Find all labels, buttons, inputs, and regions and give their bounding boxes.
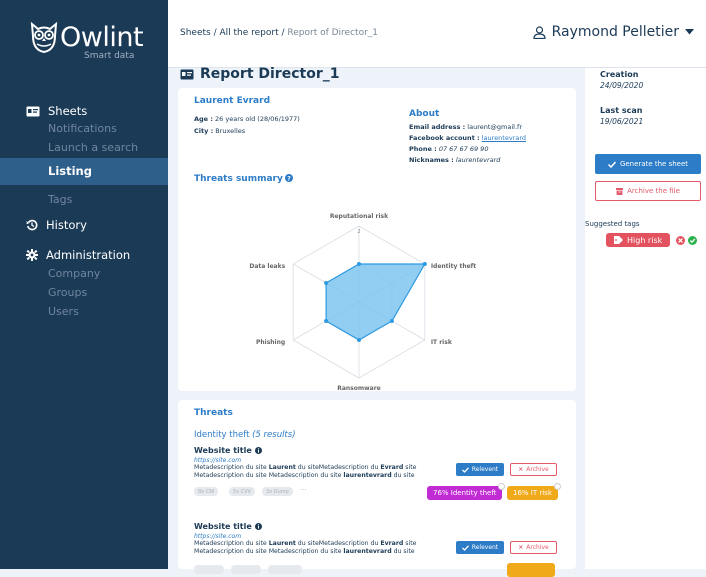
pct-identity-theft[interactable]: 76% Identity theft: [427, 483, 506, 500]
user-icon: [532, 25, 546, 39]
sidebar-item-administration[interactable]: Administration: [26, 248, 130, 262]
radar-axis-label: IT risk: [431, 339, 453, 346]
sidebar-item-history[interactable]: History: [26, 218, 87, 232]
radar-scale-label: 2: [357, 229, 360, 235]
chip-placeholder: [231, 565, 261, 574]
sidebar-item-launch-search[interactable]: Launch a search: [48, 141, 138, 154]
radar-point-5: [324, 281, 329, 285]
radar-point-3: [357, 338, 361, 342]
result-description: Metadescription du site Laurent du siteM…: [194, 464, 417, 479]
caret-down-icon: [685, 29, 694, 35]
sidebar-item-notifications[interactable]: Notifications: [48, 122, 117, 135]
last-scan-date: 19/06/2021: [600, 117, 644, 126]
radar-point-0: [357, 262, 361, 266]
pct-it-risk[interactable]: 16% IT risk: [507, 483, 561, 500]
chip-dump: 3x Dump: [262, 487, 293, 496]
brand-name: Owlint: [60, 22, 144, 53]
tag-high-risk[interactable]: High risk: [606, 233, 671, 247]
result-description: Metadescription du site Laurent du siteM…: [194, 540, 417, 555]
breadcrumb-sheets[interactable]: Sheets: [180, 28, 211, 38]
result-title: Website title: [194, 522, 262, 531]
last-scan-label: Last scan: [600, 106, 643, 115]
info-icon[interactable]: [254, 447, 262, 454]
archive-file-button[interactable]: Archive the file: [595, 181, 701, 201]
chip-placeholder: [194, 565, 224, 574]
radar-area: [325, 263, 426, 341]
chip-cni: 8x CNI: [194, 487, 219, 496]
check-icon: [607, 160, 616, 168]
sidebar-item-groups[interactable]: Groups: [48, 286, 87, 299]
page-title-text: Report Director_1: [200, 66, 340, 82]
radar-point-1: [422, 262, 427, 266]
id-card-icon: [26, 106, 40, 116]
threat-group-heading: Identity theft (5 results): [194, 430, 296, 440]
radar-point-2: [389, 319, 394, 323]
user-name: Raymond Pelletier: [551, 24, 679, 40]
sidebar-item-label: History: [46, 218, 87, 232]
more-chips[interactable]: ···: [300, 486, 307, 494]
threats-heading: Threats: [194, 408, 233, 418]
radar-axis-label: Phishing: [256, 339, 285, 346]
sidebar-item-sheets[interactable]: Sheets: [26, 104, 87, 118]
tag-icon: [614, 236, 623, 244]
sidebar-item-label: Sheets: [48, 104, 88, 118]
sidebar-item-label: Administration: [46, 248, 131, 262]
profile-card: Laurent Evrard Age : 26 years old (28/06…: [178, 88, 576, 391]
history-icon: [26, 219, 38, 231]
sidebar-item-users[interactable]: Users: [48, 305, 79, 318]
creation-label: Creation: [600, 70, 639, 79]
result-url[interactable]: https://site.com: [194, 457, 241, 464]
relevant-button[interactable]: Relevent: [456, 463, 504, 476]
radar-axis-label: Identity theft: [431, 263, 476, 270]
right-panel: Creation 24/09/2020 Last scan 19/06/2021…: [585, 68, 706, 569]
result-url[interactable]: https://site.com: [194, 533, 241, 540]
archive-box-icon: [616, 187, 624, 195]
remove-dot-icon[interactable]: [553, 483, 561, 490]
close-icon: ×: [518, 466, 524, 473]
suggested-tags-label: Suggested tags: [585, 220, 640, 228]
page-title: Report Director_1: [180, 66, 339, 82]
accept-tag-icon[interactable]: [688, 236, 697, 245]
pct-tag[interactable]: [507, 563, 555, 577]
info-icon[interactable]: [254, 523, 262, 530]
radar-axis-label: Reputational risk: [330, 213, 389, 220]
chip-cvv: 5x CVV: [229, 487, 256, 496]
creation-date: 24/09/2020: [600, 81, 644, 90]
sidebar-item-label: Listing: [48, 164, 92, 178]
user-menu[interactable]: Raymond Pelletier: [532, 24, 694, 40]
check-icon: [461, 466, 469, 473]
breadcrumb: Sheets / All the report / Report of Dire…: [180, 28, 379, 38]
relevant-button[interactable]: Relevent: [456, 541, 504, 554]
sidebar-item-tags[interactable]: Tags: [48, 193, 72, 206]
radar-chart: 2 Reputational risk Identity theft IT risk R…: [249, 213, 476, 391]
result-title: Website title: [194, 446, 262, 455]
radar-axis-label: Ransomware: [337, 385, 381, 391]
radar-point-4: [324, 319, 329, 323]
remove-dot-icon[interactable]: [498, 483, 506, 490]
reject-tag-icon[interactable]: [676, 236, 685, 245]
sidebar-item-company[interactable]: Company: [48, 267, 100, 280]
brand-tagline: Smart data: [84, 51, 135, 61]
archive-button[interactable]: × Archive: [510, 463, 557, 476]
gear-icon: [26, 249, 38, 261]
breadcrumb-current: Report of Director_1: [287, 28, 379, 38]
chip-placeholder: [268, 565, 302, 574]
generate-sheet-button[interactable]: Generate the sheet: [595, 154, 701, 174]
archive-button[interactable]: × Archive: [510, 541, 557, 554]
owl-logo-icon[interactable]: [30, 20, 58, 54]
radar-axis-label: Data leaks: [249, 263, 285, 270]
threats-card: Threats Identity theft (5 results) Websi…: [178, 400, 576, 577]
topbar: Sheets / All the report / Report of Dire…: [168, 0, 706, 68]
check-icon: [461, 544, 469, 551]
close-icon: ×: [518, 544, 524, 551]
id-card-icon: [180, 69, 194, 79]
sidebar-item-listing[interactable]: Listing: [0, 158, 168, 185]
sidebar: Owlint Smart data Sheets Notifications L…: [0, 0, 168, 569]
breadcrumb-all-report[interactable]: All the report: [219, 28, 278, 38]
